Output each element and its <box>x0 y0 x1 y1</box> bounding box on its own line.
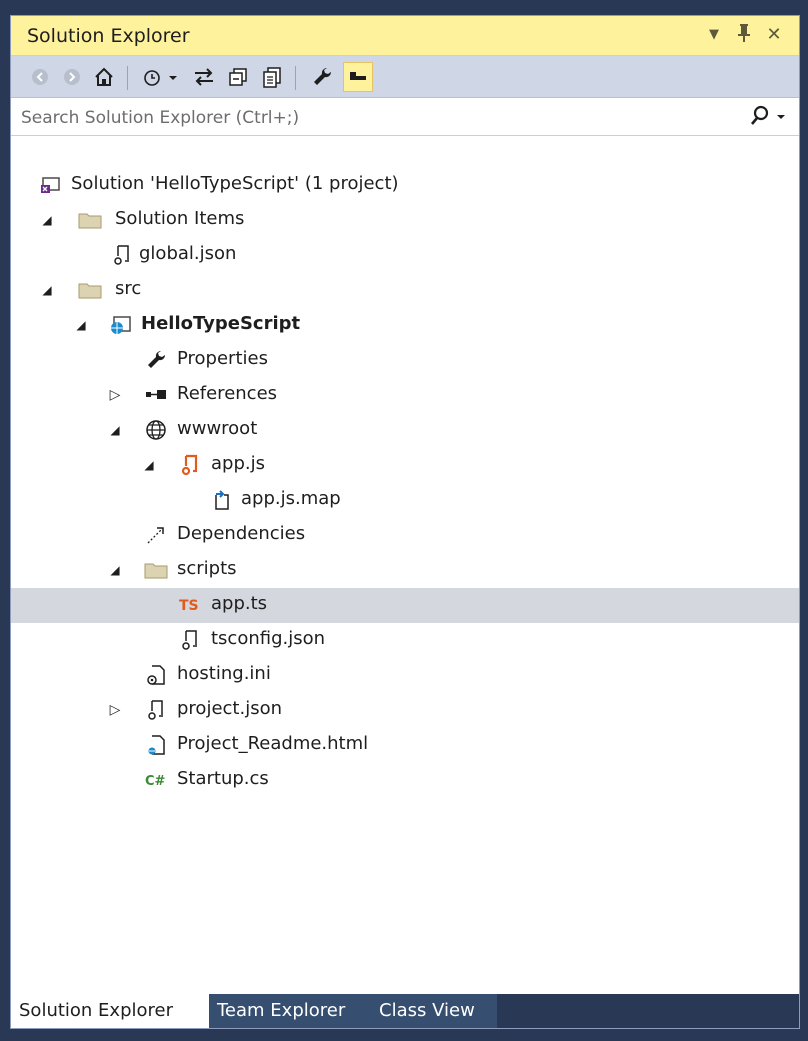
expanded-arrow-icon[interactable]: ◢ <box>73 315 89 335</box>
tree-item-label: tsconfig.json <box>211 628 326 649</box>
tree-item-label: Project_Readme.html <box>177 733 369 754</box>
search-input[interactable] <box>19 103 723 133</box>
expanded-arrow-icon[interactable]: ◢ <box>39 280 55 300</box>
toolbar-separator <box>127 66 128 90</box>
map-file-icon <box>209 488 235 512</box>
tree-item-label: Properties <box>177 348 268 369</box>
tree-item-label: project.json <box>177 698 282 719</box>
tree-item-scripts[interactable]: ◢ scripts <box>11 553 799 588</box>
folder-icon <box>77 208 103 232</box>
title-bar: Solution Explorer ▼ ✕ <box>11 16 799 56</box>
tree-item-label: app.js.map <box>241 488 341 509</box>
tree-item-hellotypescript[interactable]: ◢ HelloTypeScript <box>11 308 799 343</box>
tree-item-label: HelloTypeScript <box>141 313 301 334</box>
collapsed-arrow-icon[interactable]: ▷ <box>107 385 123 405</box>
tree-item-label: app.ts <box>211 593 268 614</box>
tab-strip: Solution Explorer Team Explorer Class Vi… <box>11 994 799 1028</box>
web-project-icon <box>107 313 133 337</box>
tree-item-tsconfig-json[interactable]: tsconfig.json <box>11 623 799 658</box>
expanded-arrow-icon[interactable]: ◢ <box>107 560 123 580</box>
csharp-icon: C# <box>143 768 169 792</box>
preview-icon[interactable] <box>343 62 373 92</box>
back-icon[interactable] <box>25 62 55 92</box>
tree-item-hosting-ini[interactable]: hosting.ini <box>11 658 799 693</box>
show-all-files-icon[interactable] <box>257 62 287 92</box>
toolbar-separator <box>295 66 296 90</box>
expanded-arrow-icon[interactable]: ◢ <box>141 455 157 475</box>
wrench-icon <box>143 348 169 372</box>
globe-icon <box>143 418 169 442</box>
tree-item-label: scripts <box>177 558 237 579</box>
toolbar <box>11 56 799 98</box>
tree-item-label: Solution 'HelloTypeScript' (1 project) <box>71 173 399 194</box>
sync-icon[interactable] <box>189 62 219 92</box>
tab-class-view[interactable]: Class View <box>371 994 497 1028</box>
tree-item-global-json[interactable]: global.json <box>11 238 799 273</box>
search-bar <box>11 98 799 136</box>
solution-icon <box>37 173 63 197</box>
collapsed-arrow-icon[interactable]: ▷ <box>107 700 123 720</box>
close-icon[interactable]: ✕ <box>763 23 785 47</box>
tree-item-properties[interactable]: Properties <box>11 343 799 378</box>
tree-item-label: wwwroot <box>177 418 258 439</box>
json-file-icon <box>177 628 203 652</box>
tree-item-app-js[interactable]: ◢ app.js <box>11 448 799 483</box>
folder-icon <box>77 278 103 302</box>
tree-item-startup-cs[interactable]: C# Startup.cs <box>11 763 799 798</box>
json-file-icon <box>109 243 135 267</box>
tree-item-solution[interactable]: Solution 'HelloTypeScript' (1 project) <box>11 168 799 203</box>
tree-item-solution-items[interactable]: ◢ Solution Items <box>11 203 799 238</box>
expanded-arrow-icon[interactable]: ◢ <box>107 420 123 440</box>
dependencies-icon <box>143 523 169 547</box>
html-file-icon <box>143 733 169 757</box>
collapse-all-icon[interactable] <box>223 62 253 92</box>
tree-item-label: global.json <box>139 243 237 264</box>
tree-item-src[interactable]: ◢ src <box>11 273 799 308</box>
chevron-down-icon[interactable]: ▼ <box>703 23 725 47</box>
solution-explorer-panel: Solution Explorer ▼ ✕ Search Solution Ex… <box>10 15 800 1029</box>
references-icon <box>143 383 169 407</box>
forward-icon[interactable] <box>57 62 87 92</box>
tree-item-project-readme-html[interactable]: Project_Readme.html <box>11 728 799 763</box>
typescript-icon: TS <box>177 593 207 617</box>
window-title: Solution Explorer <box>27 25 190 47</box>
tree-item-wwwroot[interactable]: ◢ wwwroot <box>11 413 799 448</box>
tab-solution-explorer[interactable]: Solution Explorer <box>11 994 209 1028</box>
json-file-icon <box>143 698 169 722</box>
tree-item-label: hosting.ini <box>177 663 271 684</box>
svg-text:C#: C# <box>145 774 166 789</box>
tree-item-label: Startup.cs <box>177 768 269 789</box>
tree-item-label: Dependencies <box>177 523 306 544</box>
home-icon[interactable] <box>89 62 119 92</box>
tree-item-label: Solution Items <box>115 208 245 229</box>
tree-item-project-json[interactable]: ▷ project.json <box>11 693 799 728</box>
tree-item-app-ts[interactable]: TS app.ts <box>11 588 799 623</box>
tree-item-label: References <box>177 383 278 404</box>
tree-item-label: app.js <box>211 453 265 474</box>
config-file-icon <box>143 663 169 687</box>
properties-icon[interactable] <box>307 62 337 92</box>
tree-item-dependencies[interactable]: Dependencies <box>11 518 799 553</box>
tree-item-references[interactable]: ▷ References <box>11 378 799 413</box>
tree-item-label: src <box>115 278 142 299</box>
svg-text:TS: TS <box>179 598 199 614</box>
pending-changes-icon[interactable] <box>139 62 183 92</box>
tab-team-explorer[interactable]: Team Explorer <box>209 994 371 1028</box>
tree-item-app-js-map[interactable]: app.js.map <box>11 483 799 518</box>
expanded-arrow-icon[interactable]: ◢ <box>39 210 55 230</box>
folder-icon <box>143 558 169 582</box>
pin-icon[interactable] <box>733 23 755 47</box>
js-file-icon <box>177 453 203 477</box>
search-icon[interactable] <box>747 104 791 130</box>
